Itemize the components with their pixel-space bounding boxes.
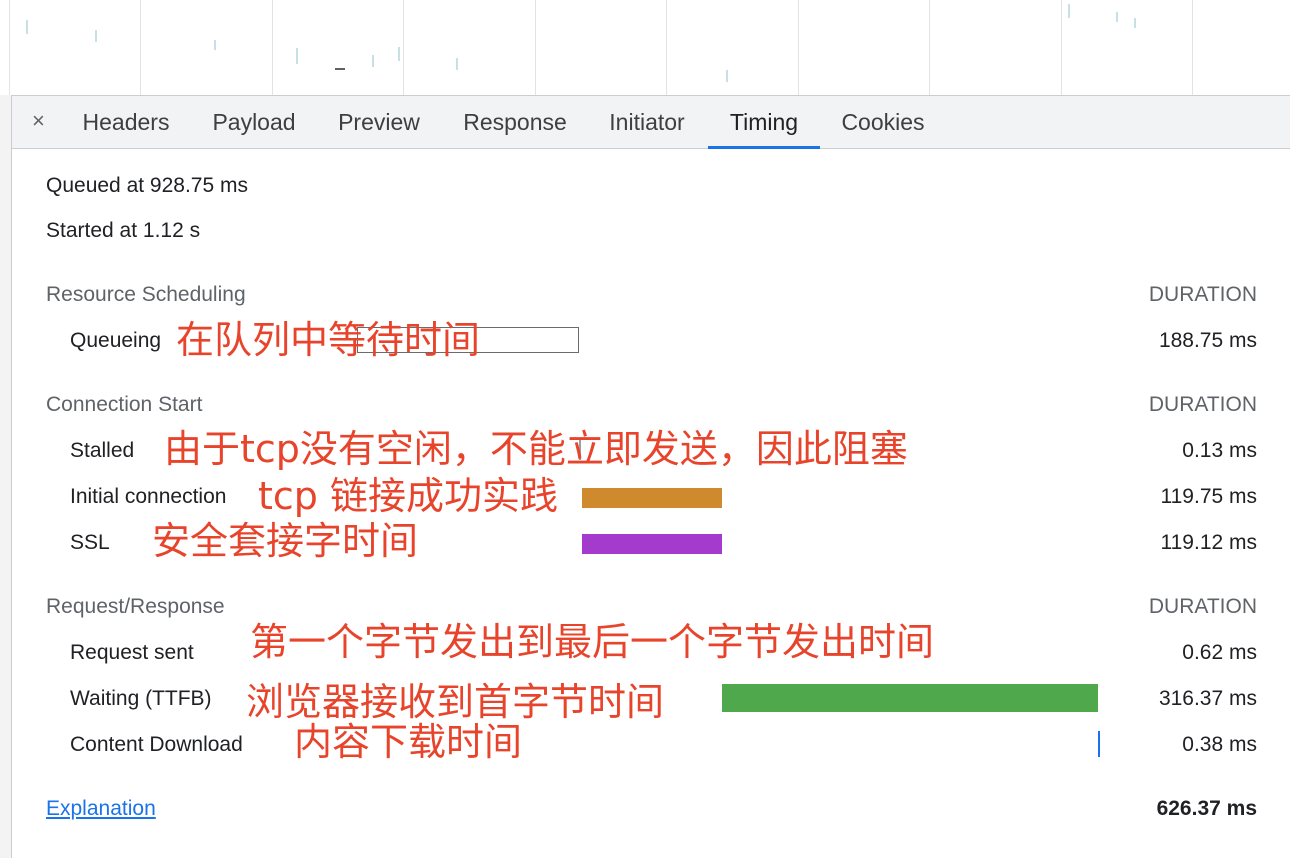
overview-tick	[1116, 12, 1118, 22]
annotation-waiting: 浏览器接收到首字节时间	[246, 680, 665, 724]
overview-dash	[335, 68, 345, 70]
tab-cookies[interactable]: Cookies	[838, 96, 928, 148]
ssl-bar	[582, 534, 722, 554]
close-icon[interactable]: ×	[32, 108, 45, 134]
overview-gridline	[1061, 0, 1062, 95]
duration-header: DURATION	[1148, 393, 1257, 416]
started-at-text: Started at 1.12 s	[46, 219, 201, 242]
overview-gridline	[535, 0, 536, 95]
tab-preview[interactable]: Preview	[336, 96, 422, 148]
overview-gridline	[798, 0, 799, 95]
section-resource-scheduling: Resource Scheduling	[46, 283, 246, 306]
explanation-link[interactable]: Explanation	[46, 797, 156, 821]
tab-timing[interactable]: Timing	[720, 96, 808, 148]
overview-gridline	[403, 0, 404, 95]
active-tab-indicator	[708, 146, 820, 149]
tab-response[interactable]: Response	[460, 96, 570, 148]
overview-tick	[95, 30, 97, 42]
tab-payload[interactable]: Payload	[210, 96, 298, 148]
row-label-queueing: Queueing	[70, 329, 162, 352]
overview-gridline	[1192, 0, 1193, 95]
detail-tab-bar: × Headers Payload Preview Response Initi…	[12, 95, 1290, 149]
overview-tick	[1068, 4, 1070, 18]
section-request-response: Request/Response	[46, 595, 225, 618]
row-label-ssl: SSL	[70, 531, 110, 554]
duration-stalled: 0.13 ms	[1182, 439, 1257, 462]
overview-tick	[1134, 18, 1136, 28]
overview-gridline	[140, 0, 141, 95]
overview-tick	[726, 70, 728, 82]
left-gutter	[0, 95, 12, 858]
duration-header: DURATION	[1148, 595, 1257, 618]
row-label-waiting-ttfb: Waiting (TTFB)	[70, 687, 212, 710]
duration-queueing: 188.75 ms	[1158, 329, 1257, 352]
overview-tick	[372, 55, 374, 67]
tab-initiator[interactable]: Initiator	[606, 96, 688, 148]
section-connection-start: Connection Start	[46, 393, 203, 416]
annotation-stalled: 由于tcp没有空闲，不能立即发送，因此阻塞	[164, 427, 908, 471]
duration-initial-connection: 119.75 ms	[1160, 485, 1258, 508]
annotation-content-download: 内容下载时间	[294, 720, 523, 764]
overview-tick	[214, 40, 216, 50]
duration-ssl: 119.12 ms	[1160, 531, 1258, 554]
overview-gridline	[666, 0, 667, 95]
initial-connection-bar	[582, 488, 722, 508]
waterfall-overview	[0, 0, 1290, 95]
annotation-queueing: 在队列中等待时间	[176, 318, 481, 362]
overview-tick	[398, 47, 400, 61]
duration-header: DURATION	[1148, 283, 1257, 306]
total-duration: 626.37 ms	[1156, 797, 1257, 820]
overview-tick	[296, 48, 298, 64]
overview-gridline	[929, 0, 930, 95]
row-label-request-sent: Request sent	[70, 641, 194, 664]
duration-request-sent: 0.62 ms	[1182, 641, 1257, 664]
queued-at-text: Queued at 928.75 ms	[46, 174, 248, 197]
annotation-ssl: 安全套接字时间	[152, 519, 419, 563]
overview-tick	[26, 20, 28, 34]
annotation-initial-connection: tcp 链接成功实践	[258, 474, 558, 518]
annotation-request-sent: 第一个字节发出到最后一个字节发出时间	[250, 620, 935, 664]
row-label-initial-connection: Initial connection	[70, 485, 227, 508]
overview-gridline	[272, 0, 273, 95]
row-label-stalled: Stalled	[70, 439, 135, 462]
duration-content-download: 0.38 ms	[1182, 733, 1257, 756]
row-label-content-download: Content Download	[70, 733, 243, 756]
overview-gridline	[9, 0, 10, 95]
overview-tick	[456, 58, 458, 70]
content-download-bar	[1098, 731, 1100, 757]
waiting-bar	[722, 684, 1098, 712]
tab-headers[interactable]: Headers	[80, 96, 172, 148]
duration-waiting-ttfb: 316.37 ms	[1158, 687, 1257, 710]
